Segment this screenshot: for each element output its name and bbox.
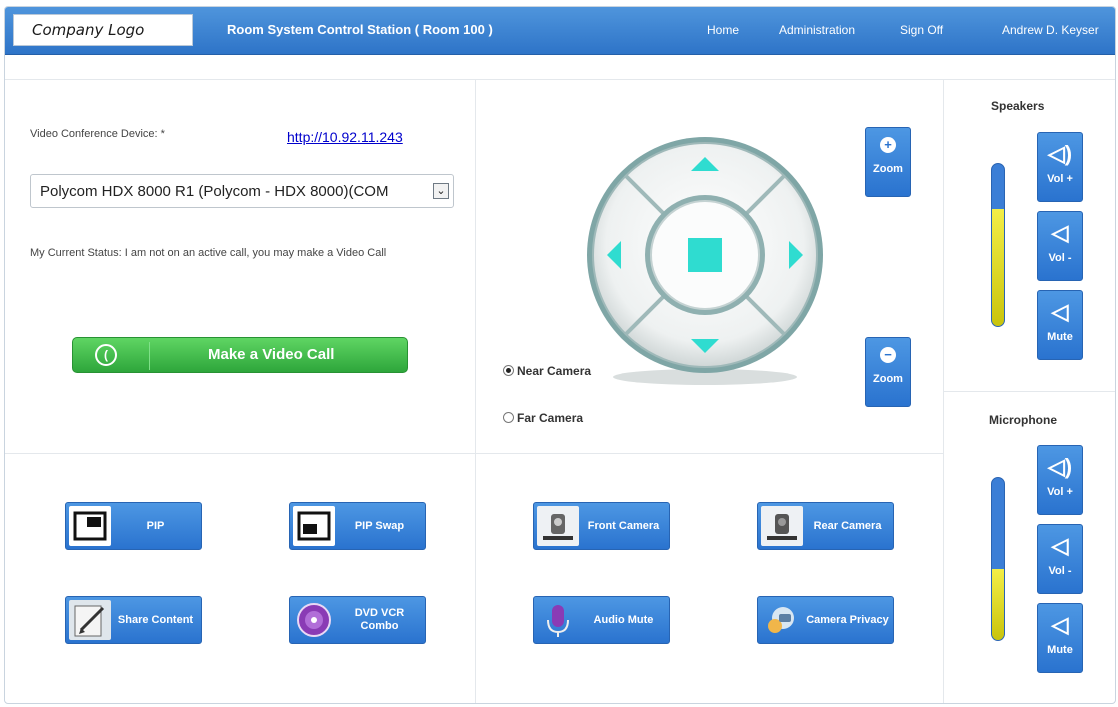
microphone-vol-down-label: Vol - [1048,565,1072,577]
microphone-vol-up-label: Vol + [1047,486,1073,498]
device-label: Video Conference Device: * [30,128,165,140]
nav-home[interactable]: Home [707,23,739,37]
call-status-text: My Current Status: I am not on an active… [30,247,387,259]
user-name[interactable]: Andrew D. Keyser [1002,23,1099,37]
device-select-value: Polycom HDX 8000 R1 (Polycom - HDX 8000)… [40,183,389,200]
rear-camera-button[interactable]: Rear Camera [757,502,894,550]
header-bar: Company Logo Room System Control Station… [5,7,1115,55]
microphone-mute-button[interactable]: ◁ Mute [1037,603,1083,673]
pip-label: PIP [146,519,165,532]
pip-button[interactable]: PIP [65,502,202,550]
speaker-icon: ◁ [1051,220,1069,245]
make-video-call-button[interactable]: ( Make a Video Call [72,337,408,373]
microphone-volume-slider[interactable] [991,477,1005,641]
device-ip-link[interactable]: http://10.92.11.243 [287,129,403,145]
nav-administration[interactable]: Administration [779,23,855,37]
device-select[interactable]: Polycom HDX 8000 R1 (Polycom - HDX 8000)… [30,174,454,208]
company-logo: Company Logo [13,14,193,46]
near-camera-radio[interactable]: Near Camera [503,364,591,378]
divider [943,391,1115,392]
dvd-icon [293,600,335,640]
speakers-title: Speakers [991,99,1045,113]
dvd-vcr-combo-label: DVD VCR Combo [354,607,405,632]
speaker-loud-icon: ◁) [1047,141,1073,166]
speakers-vol-up-button[interactable]: ◁) Vol + [1037,132,1083,202]
speakers-volume-level [992,209,1004,326]
speakers-mute-label: Mute [1047,331,1073,343]
stop-icon[interactable] [688,238,722,272]
front-camera-icon [537,506,579,546]
speakers-mute-button[interactable]: ◁ Mute [1037,290,1083,360]
microphone-title: Microphone [989,413,1057,427]
audio-mute-button[interactable]: Audio Mute [533,596,670,644]
share-content-label: Share Content [117,613,194,626]
app-frame: Company Logo Room System Control Station… [4,6,1116,704]
speakers-vol-down-button[interactable]: ◁ Vol - [1037,211,1083,281]
make-video-call-label: Make a Video Call [208,346,335,363]
radio-selected-icon [503,365,514,376]
microphone-vol-down-button[interactable]: ◁ Vol - [1037,524,1083,594]
zoom-in-button[interactable]: + Zoom [865,127,911,197]
speakers-volume-slider[interactable] [991,163,1005,327]
zoom-in-label: Zoom [873,163,903,175]
zoom-out-button[interactable]: − Zoom [865,337,911,407]
speakers-vol-up-label: Vol + [1047,173,1073,185]
button-separator [149,342,150,370]
microphone-volume-level [992,568,1004,640]
nav-sign-off[interactable]: Sign Off [900,23,943,37]
zoom-in-icon: + [880,137,896,153]
chevron-down-icon[interactable]: ⌄ [433,183,449,199]
camera-privacy-icon [761,600,803,640]
speaker-icon: ◁ [1051,533,1069,558]
divider [5,79,1115,80]
camera-dpad [587,137,823,385]
front-camera-label: Front Camera [587,519,660,532]
pip-swap-label: PIP Swap [354,519,405,532]
speaker-mute-icon: ◁ [1051,612,1069,637]
speakers-vol-down-label: Vol - [1048,252,1072,264]
share-content-button[interactable]: Share Content [65,596,202,644]
speaker-loud-icon: ◁) [1047,454,1073,479]
radio-unselected-icon [503,412,514,423]
camera-privacy-label: Camera Privacy [806,613,889,626]
pip-icon [69,506,111,546]
pip-swap-icon [293,506,335,546]
microphone-icon [537,600,579,640]
near-camera-label: Near Camera [517,364,592,378]
dvd-vcr-combo-button[interactable]: DVD VCR Combo [289,596,426,644]
divider [475,79,476,703]
microphone-mute-label: Mute [1047,644,1073,656]
zoom-out-label: Zoom [873,373,903,385]
divider [5,453,943,454]
far-camera-radio[interactable]: Far Camera [503,411,583,425]
pip-swap-button[interactable]: PIP Swap [289,502,426,550]
phone-icon: ( [95,344,117,366]
rear-camera-icon [761,506,803,546]
camera-privacy-button[interactable]: Camera Privacy [757,596,894,644]
audio-mute-label: Audio Mute [593,613,654,626]
rear-camera-label: Rear Camera [813,519,882,532]
speaker-mute-icon: ◁ [1051,299,1069,324]
far-camera-label: Far Camera [517,411,584,425]
share-content-icon [69,600,111,640]
microphone-vol-up-button[interactable]: ◁) Vol + [1037,445,1083,515]
zoom-out-icon: − [880,347,896,363]
front-camera-button[interactable]: Front Camera [533,502,670,550]
page-title: Room System Control Station ( Room 100 ) [227,22,493,37]
